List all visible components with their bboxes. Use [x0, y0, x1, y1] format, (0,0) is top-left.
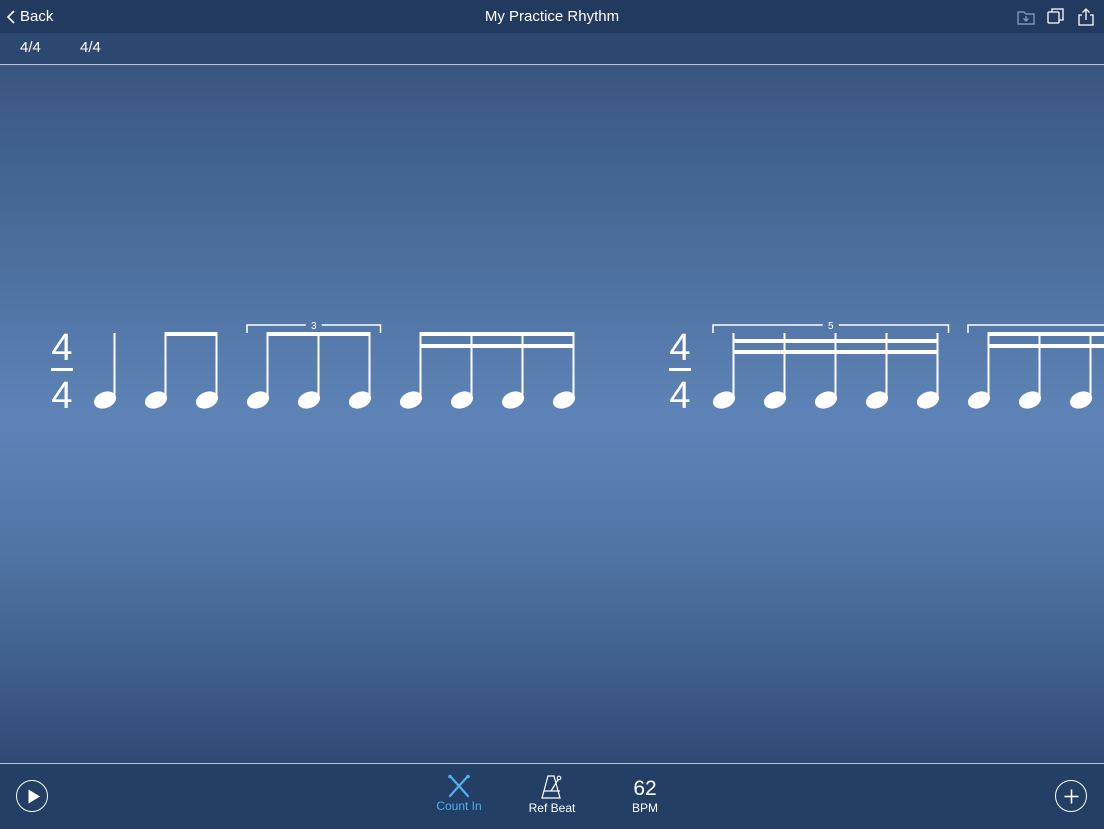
bpm-label: BPM: [605, 801, 685, 815]
tuplet-bracket: [247, 325, 306, 333]
time-signature-bar: [51, 368, 73, 371]
note-head: [1016, 388, 1043, 411]
tuplet-number: 5: [828, 321, 834, 332]
tuplet-bracket: [968, 325, 1104, 333]
page-title: My Practice Rhythm: [0, 0, 1104, 33]
note-head: [710, 388, 737, 411]
bottom-toolbar: Count In Ref Beat 62 BPM: [0, 763, 1104, 829]
count-in-button[interactable]: Count In: [419, 774, 499, 813]
primary-beam: [165, 332, 218, 336]
meter-bar: 4/4 4/4: [0, 33, 1104, 65]
note-head: [914, 388, 941, 411]
back-button[interactable]: Back: [6, 0, 53, 33]
secondary-beam: [420, 344, 575, 348]
time-signature-bottom: 4: [51, 375, 72, 417]
rhythm-score: 4 4 3 4 4 5: [0, 0, 1104, 828]
time-signature-bar: [669, 368, 691, 371]
score-content: 4 4 3 4 4 5: [51, 321, 1104, 417]
secondary-beam: [733, 350, 939, 354]
note-head: [550, 388, 577, 411]
ref-beat-button[interactable]: Ref Beat: [512, 774, 592, 815]
tuplet-number: 3: [311, 321, 317, 332]
share-icon[interactable]: [1076, 7, 1096, 27]
note-head: [295, 388, 322, 411]
meter-tab-2[interactable]: 4/4: [80, 33, 101, 64]
tuplet-bracket: [713, 325, 823, 333]
note-head: [1067, 388, 1094, 411]
tuplet-bracket: [839, 325, 949, 333]
top-navigation-bar: Back My Practice Rhythm: [0, 0, 1104, 33]
chevron-left-icon: [6, 9, 16, 25]
note-head: [499, 388, 526, 411]
duplicate-icon[interactable]: [1046, 7, 1066, 27]
note-head: [812, 388, 839, 411]
add-button[interactable]: [1055, 780, 1087, 812]
metronome-icon: [539, 774, 565, 800]
note-head: [193, 388, 220, 411]
note-head: [91, 388, 118, 411]
note-head: [448, 388, 475, 411]
play-icon: [17, 781, 49, 813]
ref-beat-label: Ref Beat: [512, 801, 592, 815]
note-head: [142, 388, 169, 411]
note-head: [397, 388, 424, 411]
play-button[interactable]: [16, 780, 48, 812]
tempo-control[interactable]: 62 BPM: [605, 774, 685, 815]
count-in-label: Count In: [419, 799, 499, 813]
primary-beam: [420, 332, 575, 336]
note-head: [761, 388, 788, 411]
primary-beam: [988, 332, 1104, 336]
save-to-folder-icon[interactable]: [1016, 7, 1036, 27]
tuplet-bracket: [322, 325, 381, 333]
bpm-value: 62: [605, 777, 685, 801]
crossed-drumsticks-icon: [446, 774, 472, 798]
time-signature-top: 4: [51, 327, 72, 369]
plus-icon: [1056, 781, 1088, 813]
time-signature-bottom: 4: [669, 375, 690, 417]
primary-beam: [267, 332, 371, 336]
back-label: Back: [20, 8, 53, 25]
meter-tab-1[interactable]: 4/4: [20, 33, 41, 64]
secondary-beam: [988, 344, 1104, 348]
note-head: [346, 388, 373, 411]
time-signature-top: 4: [669, 327, 690, 369]
note-head: [244, 388, 271, 411]
note-head: [965, 388, 992, 411]
note-head: [863, 388, 890, 411]
primary-beam: [733, 339, 939, 343]
